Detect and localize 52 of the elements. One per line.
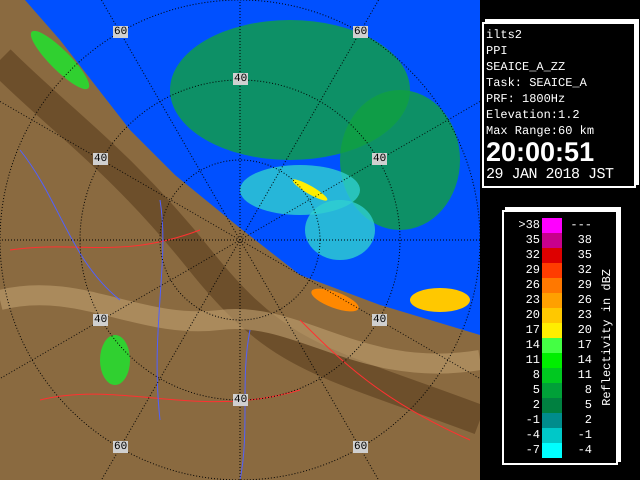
legend-high-label: -4 bbox=[576, 443, 592, 458]
legend-high-label: 20 bbox=[576, 323, 592, 338]
legend-title: Reflectivity in dBZ bbox=[599, 269, 615, 406]
info-text: Elevation:1.2 bbox=[486, 107, 581, 123]
legend-low-label: -1 bbox=[524, 413, 541, 428]
info-text: ilts2 bbox=[486, 27, 524, 43]
range-label: 40 bbox=[233, 394, 248, 406]
legend-low-label: 5 bbox=[532, 383, 541, 398]
legend-low-label: 26 bbox=[524, 278, 541, 293]
legend-high-label: 14 bbox=[576, 353, 592, 368]
legend-high-label: 2 bbox=[584, 413, 592, 428]
legend-high-label: 23 bbox=[576, 308, 592, 323]
legend-low-label: 17 bbox=[524, 323, 541, 338]
legend-high-label: 11 bbox=[576, 368, 592, 383]
info-text: PRF: 1800Hz bbox=[486, 91, 566, 107]
legend-high-label: 26 bbox=[576, 293, 592, 308]
legend-high-label: --- bbox=[569, 218, 592, 233]
legend-high-label: 32 bbox=[576, 263, 592, 278]
info-text: PPI bbox=[486, 43, 509, 59]
info-text: Max Range:60 km bbox=[486, 123, 596, 139]
legend-high-label: 29 bbox=[576, 278, 592, 293]
legend-high-label: 35 bbox=[576, 248, 592, 263]
legend-high-label: 17 bbox=[576, 338, 592, 353]
range-label: 60 bbox=[353, 26, 368, 38]
legend-high-label: 38 bbox=[576, 233, 592, 248]
info-text: SEAICE_A_ZZ bbox=[486, 59, 566, 75]
range-label: 40 bbox=[93, 153, 108, 165]
legend-low-label: 23 bbox=[524, 293, 541, 308]
range-label: 40 bbox=[372, 314, 388, 326]
legend-low-label: 29 bbox=[524, 263, 541, 278]
legend-low-label: -4 bbox=[524, 428, 541, 443]
range-label: 60 bbox=[113, 26, 128, 38]
legend-low-label: >38 bbox=[517, 218, 541, 233]
legend-low-label: 14 bbox=[524, 338, 541, 353]
legend-high-label: -1 bbox=[576, 428, 592, 443]
legend-low-label: 20 bbox=[524, 308, 541, 323]
date-text: 29 JAN 2018 JST bbox=[486, 165, 615, 185]
legend-low-label: 11 bbox=[524, 353, 541, 368]
range-label: 40 bbox=[93, 314, 108, 326]
time-text: 20:00:51 bbox=[486, 139, 596, 165]
legend-high-label: 5 bbox=[584, 398, 592, 413]
legend-low-label: 32 bbox=[524, 248, 541, 263]
legend-low-label: 35 bbox=[524, 233, 541, 248]
range-label: 60 bbox=[113, 441, 128, 453]
legend-low-label: -7 bbox=[524, 443, 541, 458]
legend-low-label: 8 bbox=[532, 368, 541, 383]
legend-high-label: 8 bbox=[584, 383, 592, 398]
legend-low-label: 2 bbox=[532, 398, 541, 413]
range-label: 60 bbox=[353, 441, 368, 453]
info-text: Task: SEAICE_A bbox=[486, 75, 588, 91]
range-label: 40 bbox=[233, 73, 248, 85]
range-label: 40 bbox=[372, 153, 388, 165]
